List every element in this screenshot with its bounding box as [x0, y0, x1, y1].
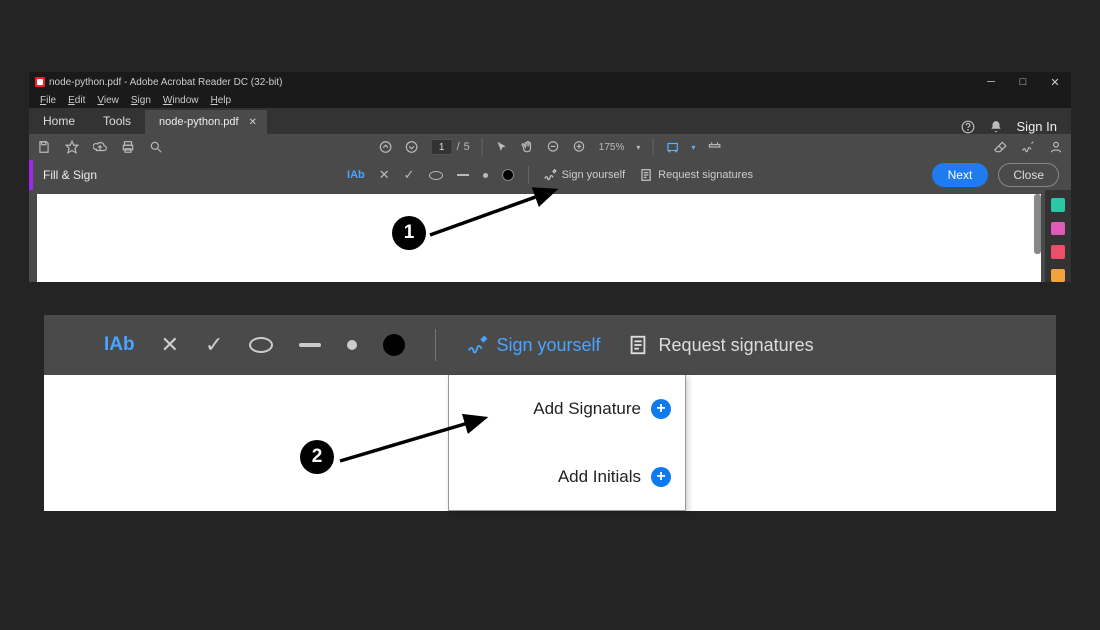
- signature-icon[interactable]: [1021, 140, 1035, 154]
- request-icon: [627, 334, 649, 356]
- acrobat-window: node-python.pdf - Adobe Acrobat Reader D…: [29, 72, 1071, 282]
- fill-sign-toolbar-zoom: IAb ✕ ✓ Sign yourself Request signatures: [44, 315, 1056, 375]
- main-toolbar: / 5 175% ▾ ▾: [29, 134, 1071, 160]
- color-picker[interactable]: [383, 334, 405, 356]
- add-initials-label: Add Initials: [558, 467, 641, 487]
- page-current-input[interactable]: [431, 139, 453, 155]
- search-icon[interactable]: [149, 140, 163, 154]
- save-icon[interactable]: [37, 140, 51, 154]
- menu-view[interactable]: View: [92, 94, 124, 107]
- tab-close-icon[interactable]: ✕: [249, 117, 257, 128]
- read-mode-icon[interactable]: [707, 140, 721, 154]
- plus-icon: +: [651, 399, 671, 419]
- check-tool[interactable]: ✓: [205, 332, 223, 358]
- bell-icon[interactable]: [989, 120, 1003, 134]
- accent-bar: [29, 160, 33, 190]
- menu-sign[interactable]: Sign: [126, 94, 156, 107]
- next-button[interactable]: Next: [932, 163, 989, 187]
- fit-width-icon[interactable]: [665, 140, 679, 154]
- help-icon[interactable]: [961, 120, 975, 134]
- menubar: File Edit View Sign Window Help: [29, 92, 1071, 108]
- page-separator: /: [457, 141, 460, 153]
- request-signatures-label: Request signatures: [659, 335, 814, 356]
- divider: [435, 329, 436, 361]
- callout-1: 1: [392, 216, 426, 250]
- tab-bar: Home Tools node-python.pdf ✕ Sign In: [29, 108, 1071, 134]
- menu-help[interactable]: Help: [206, 94, 237, 107]
- page-indicator: / 5: [431, 139, 470, 155]
- zoom-in-icon[interactable]: [573, 140, 587, 154]
- upload-cloud-icon[interactable]: [93, 140, 107, 154]
- zoom-value[interactable]: 175%: [599, 142, 625, 153]
- request-icon: [639, 168, 653, 182]
- menu-window[interactable]: Window: [158, 94, 204, 107]
- hand-icon[interactable]: [521, 140, 535, 154]
- sign-yourself-label: Sign yourself: [496, 335, 600, 356]
- maximize-button[interactable]: □: [1007, 72, 1039, 92]
- circle-tool[interactable]: [429, 171, 443, 180]
- page-down-icon[interactable]: [405, 140, 419, 154]
- menu-edit[interactable]: Edit: [63, 94, 90, 107]
- pointer-icon[interactable]: [495, 140, 509, 154]
- close-window-button[interactable]: ✕: [1039, 72, 1071, 92]
- titlebar: node-python.pdf - Adobe Acrobat Reader D…: [29, 72, 1071, 92]
- plus-icon: +: [651, 467, 671, 487]
- divider: [652, 138, 653, 156]
- side-tool-2[interactable]: [1051, 222, 1065, 236]
- callout-number: 1: [392, 216, 426, 250]
- callout-2: 2: [300, 440, 334, 474]
- star-icon[interactable]: [65, 140, 79, 154]
- eraser-icon[interactable]: [993, 140, 1007, 154]
- side-tool-1[interactable]: [1051, 198, 1065, 212]
- tab-document-label: node-python.pdf: [159, 116, 239, 128]
- circle-tool[interactable]: [249, 337, 273, 353]
- dot-tool[interactable]: [483, 173, 488, 178]
- scrollbar[interactable]: [1034, 194, 1041, 254]
- side-tool-4[interactable]: [1051, 269, 1065, 283]
- sign-icon: [466, 334, 488, 356]
- x-mark-tool[interactable]: ✕: [161, 332, 179, 358]
- zoom-out-icon[interactable]: [547, 140, 561, 154]
- tab-home[interactable]: Home: [29, 108, 89, 134]
- fill-sign-label: Fill & Sign: [43, 168, 97, 182]
- dot-tool[interactable]: [347, 340, 357, 350]
- tab-document[interactable]: node-python.pdf ✕: [145, 110, 267, 134]
- line-tool[interactable]: [457, 174, 469, 176]
- print-icon[interactable]: [121, 140, 135, 154]
- request-signatures-label: Request signatures: [658, 169, 753, 181]
- request-signatures-button[interactable]: Request signatures: [627, 334, 814, 356]
- check-tool[interactable]: ✓: [404, 167, 415, 183]
- profile-icon[interactable]: [1049, 140, 1063, 154]
- divider: [482, 138, 483, 156]
- sign-in-link[interactable]: Sign In: [1017, 119, 1057, 134]
- text-tool-icon[interactable]: IAb: [104, 334, 135, 356]
- page-up-icon[interactable]: [379, 140, 393, 154]
- pdf-icon: [35, 77, 45, 87]
- request-signatures-button[interactable]: Request signatures: [639, 168, 753, 182]
- close-button[interactable]: Close: [998, 163, 1059, 187]
- callout-number: 2: [300, 440, 334, 474]
- callout-arrow-1: [415, 180, 575, 250]
- menu-file[interactable]: File: [35, 94, 61, 107]
- side-tool-3[interactable]: [1051, 245, 1065, 259]
- add-signature-label: Add Signature: [533, 399, 641, 419]
- sign-yourself-button[interactable]: Sign yourself: [466, 334, 600, 356]
- zoom-dropdown-icon[interactable]: ▾: [636, 143, 640, 152]
- window-title: node-python.pdf - Adobe Acrobat Reader D…: [49, 77, 282, 88]
- zoomed-fill-sign-panel: IAb ✕ ✓ Sign yourself Request signatures…: [44, 315, 1056, 511]
- text-tool-icon[interactable]: IAb: [347, 169, 365, 181]
- x-mark-tool[interactable]: ✕: [379, 167, 390, 183]
- line-tool[interactable]: [299, 343, 321, 347]
- callout-arrow-2: [325, 406, 505, 476]
- page-total: 5: [464, 141, 470, 153]
- right-tool-strip: [1045, 190, 1071, 282]
- tab-tools[interactable]: Tools: [89, 108, 145, 134]
- minimize-button[interactable]: ─: [975, 72, 1007, 92]
- fit-dropdown-icon[interactable]: ▾: [691, 143, 695, 152]
